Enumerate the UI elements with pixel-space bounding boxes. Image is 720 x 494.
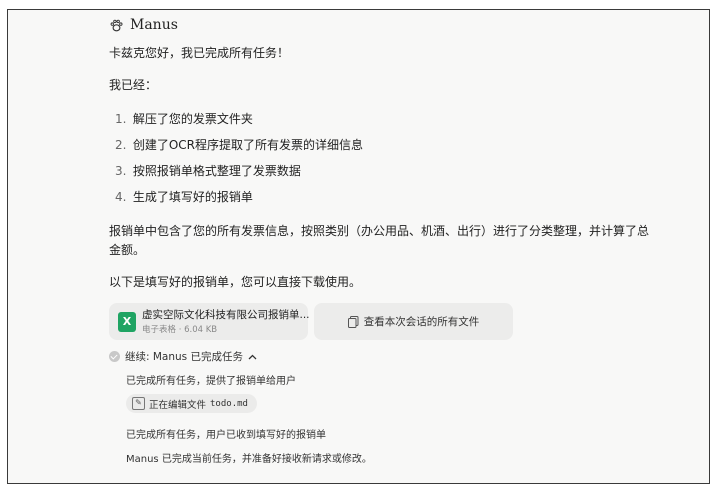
attachment-card[interactable]: X 虚实空际文化科技有限公司报销单... 电子表格 · 6.04 KB [109,303,310,340]
greeting-text: 卡兹克您好，我已完成所有任务！ [109,46,290,60]
view-all-files-label: 查看本次会话的所有文件 [363,316,480,328]
editing-file-label: 正在编辑文件 [149,399,207,411]
check-circle-icon [109,351,120,362]
status-line: 已完成所有任务，提供了报销单给用户 [126,376,296,387]
attachment-name: 虚实空际文化科技有限公司报销单... [142,309,310,321]
view-all-files-button[interactable]: 查看本次会话的所有文件 [314,303,513,340]
editing-file-pill[interactable]: ✎ 正在编辑文件 todo.md [126,394,257,413]
editing-file-name: todo.md [210,398,248,409]
list-item: 3. 按照报销单格式整理了发票数据 [115,164,301,178]
list-item: 2. 创建了OCR程序提取了所有发票的详细信息 [115,138,363,152]
status-line: 已完成所有任务，用户已收到填写好的报销单 [126,430,326,441]
spreadsheet-icon: X [118,312,136,332]
manus-paw-icon [110,19,123,31]
assistant-name: Manus [130,17,178,33]
files-icon [347,315,359,328]
attachment-meta: 电子表格 · 6.04 KB [142,325,218,335]
task-status-toggle[interactable]: 继续: Manus 已完成任务 [109,349,257,364]
edit-icon: ✎ [132,397,145,410]
status-line: Manus 已完成当前任务，并准备好接收新请求或修改。 [126,454,372,465]
list-item: 4. 生成了填写好的报销单 [115,190,253,204]
chevron-up-icon [248,354,257,359]
intro-text: 我已经： [109,78,158,92]
assistant-header: Manus [109,17,178,33]
summary-text-cont: 金额。 [109,243,146,257]
list-item: 1. 解压了您的发票文件夹 [115,112,253,126]
summary-text: 报销单中包含了您的所有发票信息，按照类别（办公用品、机酒、出行）进行了分类整理，… [109,224,650,238]
task-status-label: 继续: Manus 已完成任务 [125,351,243,363]
download-note: 以下是填写好的报销单，您可以直接下载使用。 [109,275,362,289]
